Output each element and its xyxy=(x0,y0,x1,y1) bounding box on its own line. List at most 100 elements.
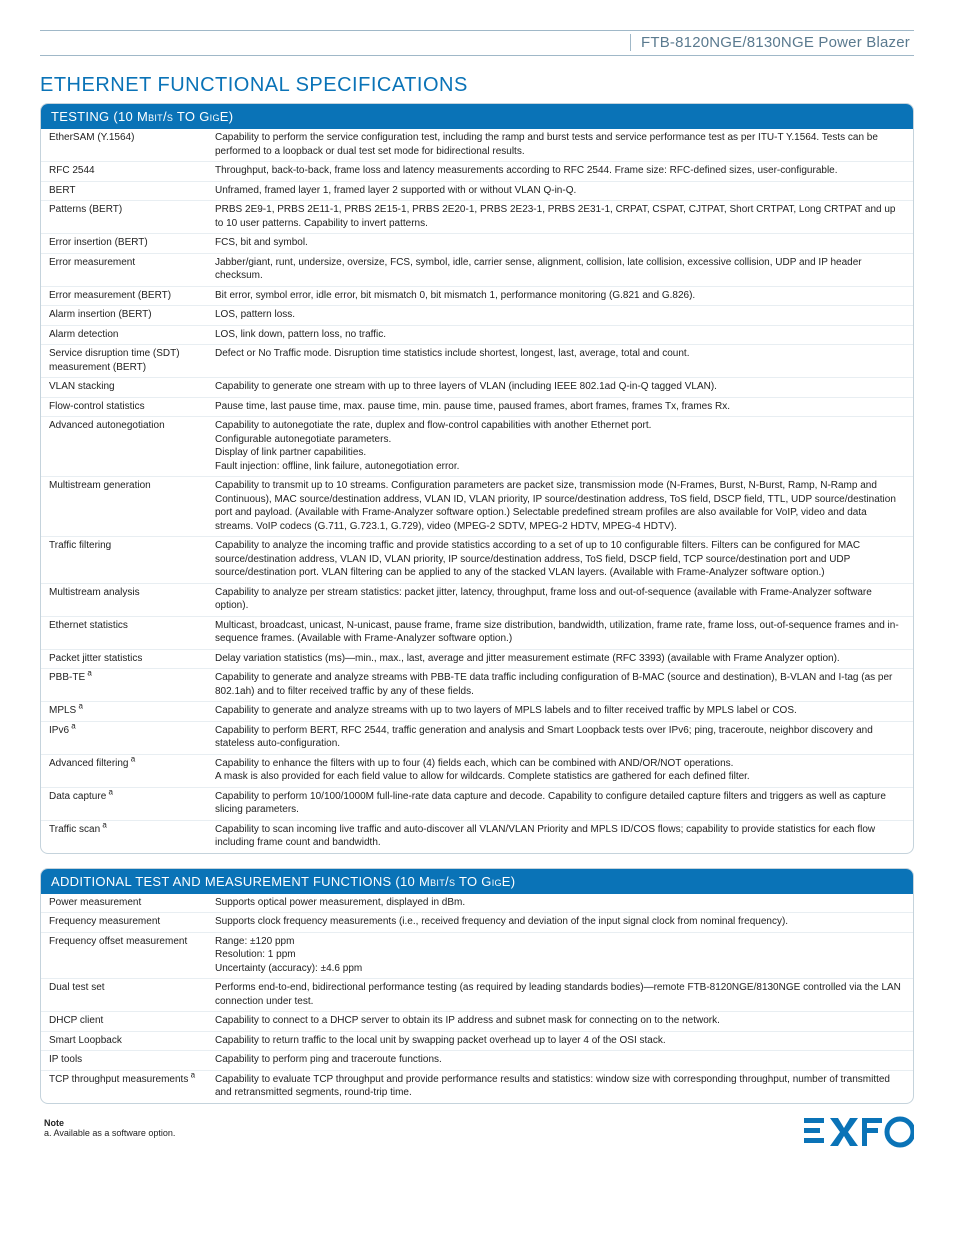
table-row: Dual test setPerforms end-to-end, bidire… xyxy=(41,979,913,1012)
spec-label: VLAN stacking xyxy=(41,378,207,398)
spec-value: Delay variation statistics (ms)—min., ma… xyxy=(207,649,913,669)
spec-value: Capability to autonegotiate the rate, du… xyxy=(207,417,913,477)
spec-value: Capability to generate one stream with u… xyxy=(207,378,913,398)
spec-value: Capability to analyze the incoming traff… xyxy=(207,537,913,584)
spec-table-header: ADDITIONAL TEST AND MEASUREMENT FUNCTION… xyxy=(41,869,913,894)
spec-value: Capability to transmit up to 10 streams.… xyxy=(207,477,913,537)
spec-value: Pause time, last pause time, max. pause … xyxy=(207,397,913,417)
spec-value: Supports clock frequency measurements (i… xyxy=(207,913,913,933)
product-name: FTB-8120NGE/8130NGE Power Blazer xyxy=(630,34,914,51)
table-row: Traffic filteringCapability to analyze t… xyxy=(41,537,913,584)
table-row: Data capture aCapability to perform 10/1… xyxy=(41,787,913,820)
table-row: Traffic scan aCapability to scan incomin… xyxy=(41,820,913,853)
spec-label: TCP throughput measurements a xyxy=(41,1070,207,1103)
product-header: FTB-8120NGE/8130NGE Power Blazer xyxy=(40,30,914,56)
table-row: Packet jitter statisticsDelay variation … xyxy=(41,649,913,669)
spec-value: Capability to enhance the filters with u… xyxy=(207,754,913,787)
spec-value: LOS, link down, pattern loss, no traffic… xyxy=(207,325,913,345)
spec-label: Advanced filtering a xyxy=(41,754,207,787)
spec-label: Error measurement xyxy=(41,253,207,286)
table-row: Flow-control statisticsPause time, last … xyxy=(41,397,913,417)
spec-label: Service disruption time (SDT) measuremen… xyxy=(41,345,207,378)
spec-label: EtherSAM (Y.1564) xyxy=(41,129,207,162)
spec-value: Defect or No Traffic mode. Disruption ti… xyxy=(207,345,913,378)
spec-value: Capability to evaluate TCP throughput an… xyxy=(207,1070,913,1103)
table-row: Frequency offset measurementRange: ±120 … xyxy=(41,932,913,979)
spec-table-body: EtherSAM (Y.1564)Capability to perform t… xyxy=(41,129,913,853)
table-row: IP toolsCapability to perform ping and t… xyxy=(41,1051,913,1071)
page-title: ETHERNET FUNCTIONAL SPECIFICATIONS xyxy=(40,74,914,97)
spec-label: RFC 2544 xyxy=(41,162,207,182)
brand-logo xyxy=(804,1116,914,1150)
spec-label: PBB-TE a xyxy=(41,669,207,702)
table-row: Ethernet statisticsMulticast, broadcast,… xyxy=(41,616,913,649)
table-row: Multistream analysisCapability to analyz… xyxy=(41,583,913,616)
table-row: Error insertion (BERT)FCS, bit and symbo… xyxy=(41,234,913,254)
table-row: Error measurementJabber/giant, runt, und… xyxy=(41,253,913,286)
table-row: TCP throughput measurements aCapability … xyxy=(41,1070,913,1103)
spec-value: Capability to perform 10/100/1000M full-… xyxy=(207,787,913,820)
table-row: Smart LoopbackCapability to return traff… xyxy=(41,1031,913,1051)
footnote-text: a. Available as a software option. xyxy=(44,1128,914,1138)
spec-label: Flow-control statistics xyxy=(41,397,207,417)
spec-value: Capability to generate and analyze strea… xyxy=(207,702,913,722)
table-row: Alarm insertion (BERT)LOS, pattern loss. xyxy=(41,306,913,326)
table-row: Patterns (BERT)PRBS 2E9-1, PRBS 2E11-1, … xyxy=(41,201,913,234)
table-row: Power measurementSupports optical power … xyxy=(41,894,913,913)
spec-value: Bit error, symbol error, idle error, bit… xyxy=(207,286,913,306)
table-row: VLAN stackingCapability to generate one … xyxy=(41,378,913,398)
spec-tables: TESTING (10 Mbit/s TO GigE)EtherSAM (Y.1… xyxy=(40,103,914,1104)
spec-value: Capability to analyze per stream statist… xyxy=(207,583,913,616)
table-row: Multistream generationCapability to tran… xyxy=(41,477,913,537)
spec-label: Error measurement (BERT) xyxy=(41,286,207,306)
table-row: IPv6 aCapability to perform BERT, RFC 25… xyxy=(41,721,913,754)
spec-value: Unframed, framed layer 1, framed layer 2… xyxy=(207,181,913,201)
spec-value: Capability to perform BERT, RFC 2544, tr… xyxy=(207,721,913,754)
spec-label: Packet jitter statistics xyxy=(41,649,207,669)
spec-label: Traffic scan a xyxy=(41,820,207,853)
spec-value: PRBS 2E9-1, PRBS 2E11-1, PRBS 2E15-1, PR… xyxy=(207,201,913,234)
table-row: Error measurement (BERT)Bit error, symbo… xyxy=(41,286,913,306)
spec-label: Multistream analysis xyxy=(41,583,207,616)
spec-value: Throughput, back-to-back, frame loss and… xyxy=(207,162,913,182)
spec-value: FCS, bit and symbol. xyxy=(207,234,913,254)
spec-label: Smart Loopback xyxy=(41,1031,207,1051)
spec-label: Frequency offset measurement xyxy=(41,932,207,979)
spec-label: BERT xyxy=(41,181,207,201)
spec-value: LOS, pattern loss. xyxy=(207,306,913,326)
spec-label: Advanced autonegotiation xyxy=(41,417,207,477)
spec-value: Supports optical power measurement, disp… xyxy=(207,894,913,913)
table-row: Service disruption time (SDT) measuremen… xyxy=(41,345,913,378)
spec-label: MPLS a xyxy=(41,702,207,722)
spec-label: Multistream generation xyxy=(41,477,207,537)
spec-label: Data capture a xyxy=(41,787,207,820)
spec-label: Dual test set xyxy=(41,979,207,1012)
spec-value: Performs end-to-end, bidirectional perfo… xyxy=(207,979,913,1012)
table-row: Advanced autonegotiationCapability to au… xyxy=(41,417,913,477)
spec-label: Alarm insertion (BERT) xyxy=(41,306,207,326)
table-row: DHCP clientCapability to connect to a DH… xyxy=(41,1012,913,1032)
spec-label: Error insertion (BERT) xyxy=(41,234,207,254)
spec-label: Ethernet statistics xyxy=(41,616,207,649)
spec-value: Multicast, broadcast, unicast, N-unicast… xyxy=(207,616,913,649)
spec-label: Alarm detection xyxy=(41,325,207,345)
spec-label: Traffic filtering xyxy=(41,537,207,584)
spec-label: Frequency measurement xyxy=(41,913,207,933)
spec-value: Capability to perform ping and tracerout… xyxy=(207,1051,913,1071)
table-row: RFC 2544Throughput, back-to-back, frame … xyxy=(41,162,913,182)
spec-label: IP tools xyxy=(41,1051,207,1071)
spec-value: Capability to scan incoming live traffic… xyxy=(207,820,913,853)
footnote-heading: Note xyxy=(44,1118,914,1128)
spec-table-header: TESTING (10 Mbit/s TO GigE) xyxy=(41,104,913,129)
table-row: MPLS aCapability to generate and analyze… xyxy=(41,702,913,722)
spec-table: TESTING (10 Mbit/s TO GigE)EtherSAM (Y.1… xyxy=(40,103,914,854)
spec-label: Patterns (BERT) xyxy=(41,201,207,234)
spec-value: Range: ±120 ppmResolution: 1 ppmUncertai… xyxy=(207,932,913,979)
spec-label: DHCP client xyxy=(41,1012,207,1032)
table-row: EtherSAM (Y.1564)Capability to perform t… xyxy=(41,129,913,162)
table-row: BERTUnframed, framed layer 1, framed lay… xyxy=(41,181,913,201)
spec-value: Capability to generate and analyze strea… xyxy=(207,669,913,702)
spec-label: Power measurement xyxy=(41,894,207,913)
spec-value: Capability to connect to a DHCP server t… xyxy=(207,1012,913,1032)
spec-value: Capability to perform the service config… xyxy=(207,129,913,162)
